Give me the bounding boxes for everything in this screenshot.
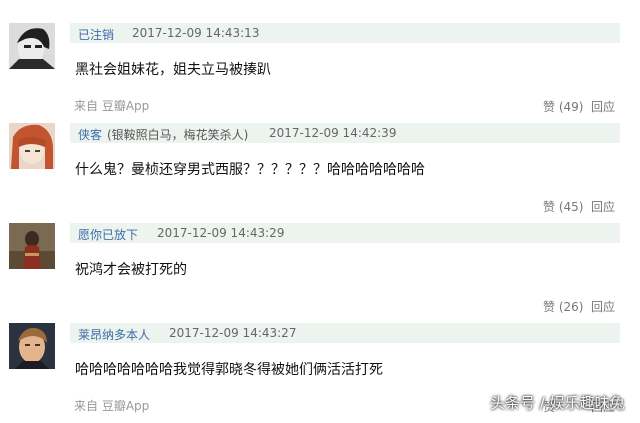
avatar-image bbox=[9, 23, 55, 69]
username-link[interactable]: 愿你已放下 bbox=[78, 226, 138, 243]
avatar[interactable] bbox=[9, 23, 55, 69]
comment-text: 哈哈哈哈哈哈哈我觉得郭晓冬得被她们俩活活打死 bbox=[75, 362, 383, 378]
reply-button[interactable]: 回应 bbox=[591, 198, 615, 215]
username-link[interactable]: 莱昂纳多本人 bbox=[78, 326, 150, 343]
user-signature: (银鞍照白马，梅花笑杀人) bbox=[107, 128, 249, 142]
like-button[interactable]: 赞 (45) bbox=[543, 198, 583, 215]
avatar-image bbox=[9, 323, 55, 369]
comment-item: 愿你已放下 2017-12-09 14:43:29 祝鸿才会被打死的 赞 (26… bbox=[0, 223, 640, 323]
comment-item: 已注销 2017-12-09 14:43:13 黑社会姐妹花，姐夫立马被揍趴 来… bbox=[0, 23, 640, 123]
comment-meta-bar: 侠客 (银鞍照白马，梅花笑杀人) 2017-12-09 14:42:39 bbox=[70, 123, 620, 143]
comment-timestamp: 2017-12-09 14:43:27 bbox=[169, 326, 297, 340]
comment-timestamp: 2017-12-09 14:43:13 bbox=[132, 26, 260, 40]
avatar-image bbox=[9, 223, 55, 269]
avatar[interactable] bbox=[9, 323, 55, 369]
comment-text: 祝鸿才会被打死的 bbox=[75, 262, 187, 278]
avatar[interactable] bbox=[9, 223, 55, 269]
like-button[interactable]: 赞 (26) bbox=[543, 298, 583, 315]
username-link[interactable]: 侠客 bbox=[78, 126, 102, 143]
reply-button[interactable]: 回应 bbox=[591, 98, 615, 115]
comment-meta-bar: 莱昂纳多本人 2017-12-09 14:43:27 bbox=[70, 323, 620, 343]
comment-item: 侠客 (银鞍照白马，梅花笑杀人) 2017-12-09 14:42:39 什么鬼… bbox=[0, 123, 640, 223]
avatar-image bbox=[9, 123, 55, 169]
like-button[interactable]: 赞 (49) bbox=[543, 98, 583, 115]
reply-button[interactable]: 回应 bbox=[591, 298, 615, 315]
comment-timestamp: 2017-12-09 14:43:29 bbox=[157, 226, 285, 240]
comment-list: 已注销 2017-12-09 14:43:13 黑社会姐妹花，姐夫立马被揍趴 来… bbox=[0, 0, 640, 415]
watermark: 头条号 / 娱乐趣味兔 bbox=[490, 394, 625, 412]
comment-text: 黑社会姐妹花，姐夫立马被揍趴 bbox=[75, 62, 271, 78]
comment-source: 来自 豆瓣App bbox=[74, 399, 150, 413]
comment-timestamp: 2017-12-09 14:42:39 bbox=[269, 126, 397, 140]
username-link[interactable]: 已注销 bbox=[78, 26, 114, 43]
comment-source: 来自 豆瓣App bbox=[74, 99, 150, 113]
comment-meta-bar: 愿你已放下 2017-12-09 14:43:29 bbox=[70, 223, 620, 243]
comment-text: 什么鬼？曼桢还穿男式西服？？？？？？哈哈哈哈哈哈哈 bbox=[75, 162, 425, 178]
comment-meta-bar: 已注销 2017-12-09 14:43:13 bbox=[70, 23, 620, 43]
avatar[interactable] bbox=[9, 123, 55, 169]
